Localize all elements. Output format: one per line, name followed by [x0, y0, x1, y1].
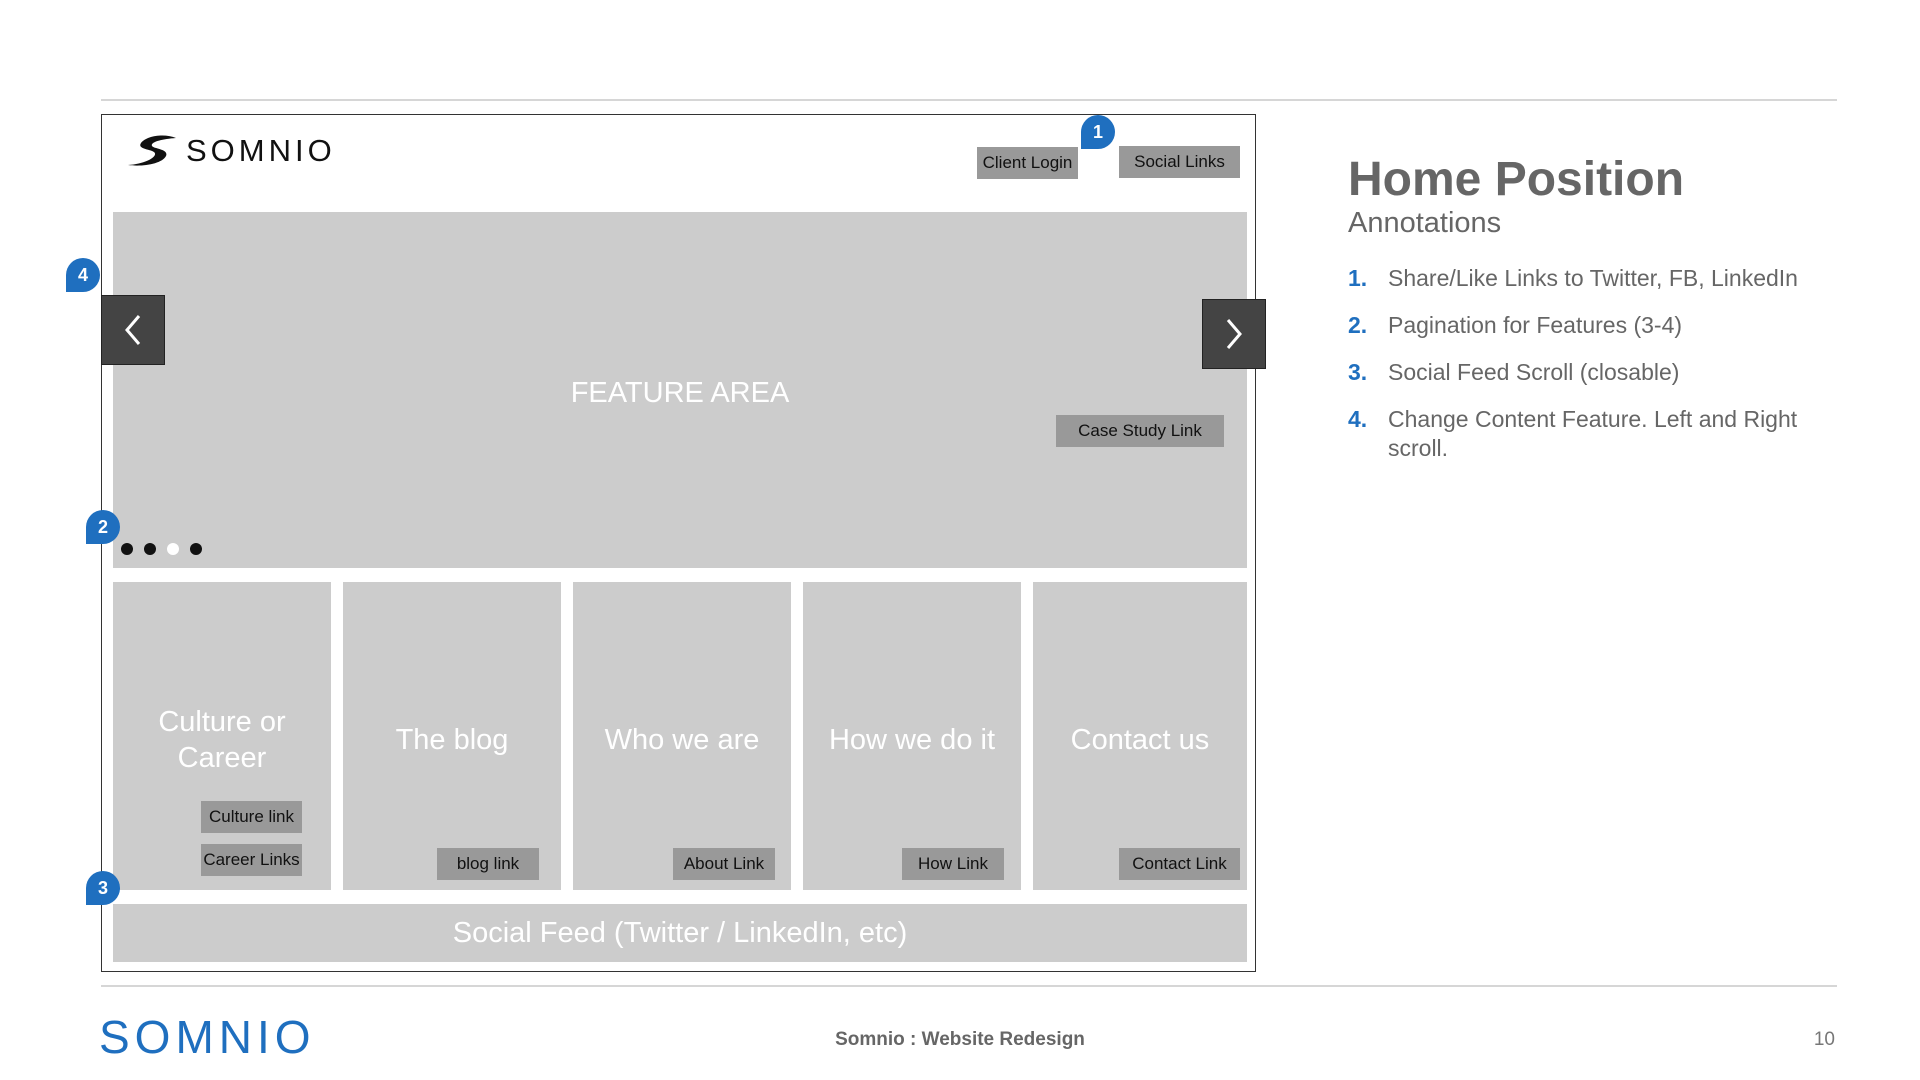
slide-subtitle: Annotations: [1348, 207, 1502, 239]
annotation-item: 1. Share/Like Links to Twitter, FB, Link…: [1348, 264, 1848, 293]
tile-contact-us[interactable]: Contact us: [1033, 582, 1247, 890]
social-feed[interactable]: Social Feed (Twitter / LinkedIn, etc): [113, 904, 1247, 962]
tile-title: Culture or Career: [158, 706, 286, 774]
tile-title: The blog: [395, 724, 509, 756]
slide-title: Home Position: [1348, 153, 1685, 206]
pagination-dot[interactable]: [144, 543, 156, 555]
case-study-link[interactable]: Case Study Link: [1056, 415, 1224, 447]
wireframe-logo[interactable]: SOMNIO: [124, 133, 336, 168]
annotation-item: 3. Social Feed Scroll (closable): [1348, 358, 1848, 387]
bottom-divider: [101, 985, 1837, 987]
pagination-dot-active[interactable]: [167, 543, 179, 555]
annotation-text: Social Feed Scroll (closable): [1388, 359, 1680, 385]
annotation-marker-2: 2: [86, 510, 120, 544]
client-login-button[interactable]: Client Login: [977, 147, 1078, 179]
annotation-item: 2. Pagination for Features (3-4): [1348, 311, 1848, 340]
annotation-text: Share/Like Links to Twitter, FB, LinkedI…: [1388, 265, 1798, 291]
tile-who-we-are[interactable]: Who we are: [573, 582, 791, 890]
feature-prev-button[interactable]: [101, 295, 165, 365]
annotation-number: 4.: [1348, 406, 1368, 432]
annotation-text: Change Content Feature. Left and Right s…: [1388, 406, 1798, 461]
somnio-mark-icon: [128, 135, 176, 166]
tile-title: How we do it: [828, 724, 995, 756]
annotation-marker-1: 1: [1081, 115, 1115, 149]
culture-link[interactable]: Culture link: [201, 801, 302, 833]
tile-title: Contact us: [1070, 724, 1210, 756]
chevron-left-icon: [125, 315, 141, 345]
annotation-list: 1. Share/Like Links to Twitter, FB, Link…: [1348, 264, 1848, 481]
top-divider: [101, 99, 1837, 101]
annotation-text: Pagination for Features (3-4): [1388, 312, 1683, 338]
feature-pagination: [121, 543, 202, 555]
wireframe-brand-text: SOMNIO: [186, 133, 336, 168]
about-link[interactable]: About Link: [673, 848, 775, 880]
social-links-button[interactable]: Social Links: [1119, 146, 1240, 178]
annotation-marker-3: 3: [86, 871, 120, 905]
pagination-dot[interactable]: [121, 543, 133, 555]
tile-title: Who we are: [604, 724, 760, 756]
career-links[interactable]: Career Links: [201, 844, 302, 876]
pagination-dot[interactable]: [190, 543, 202, 555]
feature-area[interactable]: FEATURE AREA: [113, 212, 1247, 568]
blog-link[interactable]: blog link: [437, 848, 539, 880]
feature-area-label: FEATURE AREA: [570, 377, 790, 409]
page-number: 10: [1813, 1029, 1835, 1050]
annotation-item: 4. Change Content Feature. Left and Righ…: [1348, 405, 1848, 463]
tile-blog[interactable]: The blog: [343, 582, 561, 890]
how-link[interactable]: How Link: [902, 848, 1004, 880]
footer-title: Somnio : Website Redesign: [835, 1029, 1085, 1050]
contact-link[interactable]: Contact Link: [1119, 848, 1240, 880]
chevron-right-icon: [1226, 319, 1242, 349]
annotation-number: 3.: [1348, 359, 1368, 385]
annotation-number: 2.: [1348, 312, 1368, 338]
annotation-marker-4: 4: [66, 258, 100, 292]
tile-how-we-do-it[interactable]: How we do it: [803, 582, 1021, 890]
feature-next-button[interactable]: [1202, 299, 1266, 369]
annotation-number: 1.: [1348, 265, 1368, 291]
